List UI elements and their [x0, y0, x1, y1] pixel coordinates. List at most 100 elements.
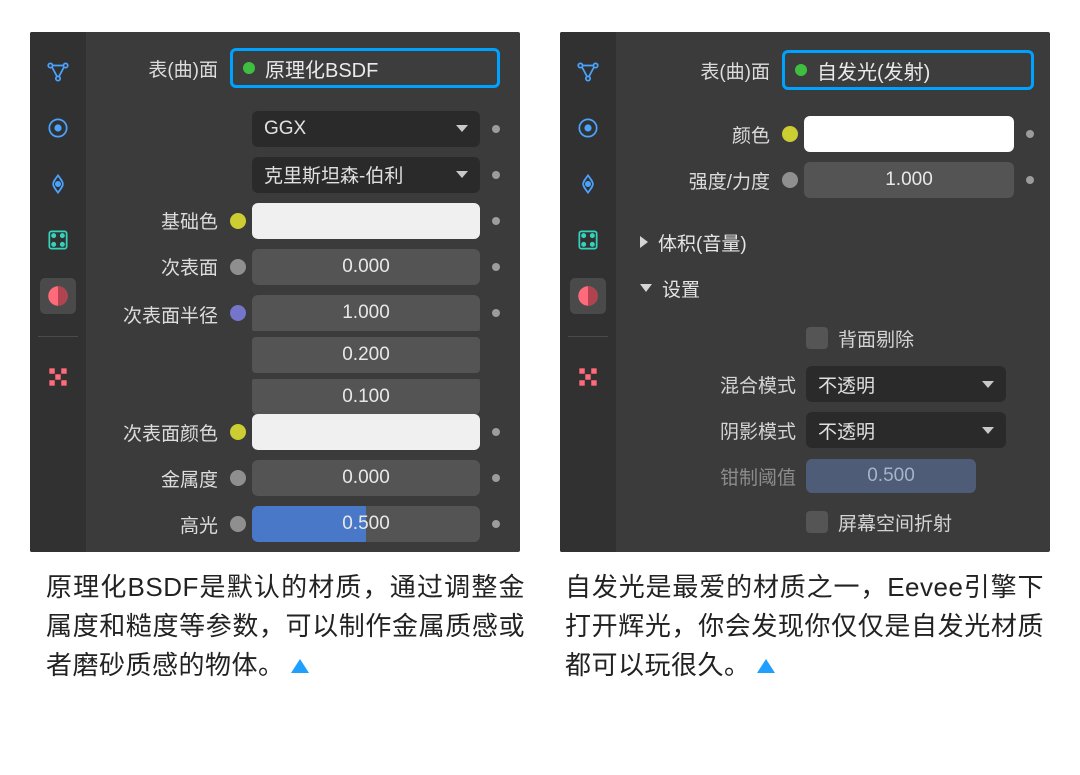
- modifier-tab-icon[interactable]: [570, 222, 606, 258]
- render-tab-icon[interactable]: [570, 54, 606, 90]
- subsurface-radius-x[interactable]: 1.000: [252, 295, 480, 331]
- shadow-mode-dropdown[interactable]: 不透明: [806, 412, 1006, 448]
- ssr-label: 屏幕空间折射: [838, 509, 952, 536]
- metallic-value: 0.000: [342, 467, 390, 489]
- subsurface-method-value: 克里斯坦森-伯利: [264, 161, 403, 188]
- specular-value: 0.500: [342, 513, 390, 535]
- color-socket-icon[interactable]: [782, 126, 798, 142]
- subsurface-radius-vector: 1.000 0.200 0.100: [252, 295, 480, 415]
- distribution-value: GGX: [264, 118, 306, 140]
- socket-indicator-icon: [1026, 130, 1034, 138]
- clip-threshold-label: 钳制阈值: [666, 463, 796, 490]
- blend-mode-value: 不透明: [818, 371, 875, 398]
- color-socket-icon[interactable]: [230, 424, 246, 440]
- emission-panel: 表(曲)面 自发光(发射) 颜色 强度/力度: [560, 32, 1050, 552]
- emission-panel-body: 表(曲)面 自发光(发射) 颜色 强度/力度: [616, 32, 1050, 552]
- subsurface-radius-label: 次表面半径: [96, 295, 224, 328]
- principled-panel-body: 表(曲)面 原理化BSDF GGX: [86, 32, 520, 552]
- subsurface-radius-y[interactable]: 0.200: [252, 337, 480, 373]
- subsurface-value-field[interactable]: 0.000: [252, 249, 480, 285]
- triangle-marker-icon: [291, 659, 309, 673]
- texture-tab-icon[interactable]: [570, 359, 606, 395]
- modifier-tab-icon[interactable]: [40, 222, 76, 258]
- shader-active-dot-icon: [243, 62, 255, 74]
- disclosure-right-icon: [640, 236, 648, 248]
- metallic-label: 金属度: [96, 465, 224, 492]
- output-tab-icon[interactable]: [40, 110, 76, 146]
- settings-section-header[interactable]: 设置: [626, 270, 1034, 306]
- emission-strength-label: 强度/力度: [626, 167, 776, 194]
- backface-culling-label: 背面剔除: [838, 325, 914, 352]
- output-tab-icon[interactable]: [570, 110, 606, 146]
- properties-tab-strip: [30, 32, 86, 552]
- subsurface-label: 次表面: [96, 253, 224, 280]
- texture-tab-icon[interactable]: [40, 359, 76, 395]
- clip-threshold-value: 0.500: [867, 465, 915, 487]
- shadow-mode-value: 不透明: [818, 417, 875, 444]
- value-socket-icon[interactable]: [230, 470, 246, 486]
- viewlayer-tab-icon[interactable]: [40, 166, 76, 202]
- principled-bsdf-panel: 表(曲)面 原理化BSDF GGX: [30, 32, 520, 552]
- surface-shader-button[interactable]: 原理化BSDF: [230, 48, 500, 88]
- left-caption: 原理化BSDF是默认的材质，通过调整金属度和糙度等参数，可以制作金属质感或者磨砂…: [46, 568, 525, 685]
- value-socket-icon[interactable]: [230, 516, 246, 532]
- disclosure-down-icon: [640, 284, 652, 292]
- socket-indicator-icon: [492, 263, 500, 271]
- ssr-checkbox[interactable]: [806, 511, 828, 533]
- backface-culling-checkbox[interactable]: [806, 327, 828, 349]
- shader-active-dot-icon: [795, 64, 807, 76]
- blend-mode-dropdown[interactable]: 不透明: [806, 366, 1006, 402]
- shader-name: 自发光(发射): [817, 56, 930, 85]
- socket-indicator-icon: [492, 520, 500, 528]
- shader-name: 原理化BSDF: [265, 54, 378, 83]
- material-tab-icon[interactable]: [40, 278, 76, 314]
- subsurface-color-swatch[interactable]: [252, 414, 480, 450]
- settings-section-body: 背面剔除 混合模式 不透明 阴影模式 不透明: [626, 320, 1034, 540]
- metallic-field[interactable]: 0.000: [252, 460, 480, 496]
- chevron-down-icon: [982, 427, 994, 434]
- right-caption: 自发光是最爱的材质之一，Eevee引擎下打开辉光，你会发现你仅仅是自发光材质都可…: [565, 568, 1044, 685]
- surface-shader-button[interactable]: 自发光(发射): [782, 50, 1034, 90]
- viewlayer-tab-icon[interactable]: [570, 166, 606, 202]
- surface-label: 表(曲)面: [96, 55, 224, 82]
- material-tab-icon[interactable]: [570, 278, 606, 314]
- subsurface-radius-z[interactable]: 0.100: [252, 379, 480, 415]
- blend-mode-label: 混合模式: [666, 371, 796, 398]
- triangle-marker-icon: [757, 659, 775, 673]
- subsurface-value: 0.000: [342, 256, 390, 278]
- color-socket-icon[interactable]: [230, 213, 246, 229]
- render-tab-icon[interactable]: [40, 54, 76, 90]
- socket-indicator-icon: [492, 428, 500, 436]
- value-socket-icon[interactable]: [782, 172, 798, 188]
- specular-field[interactable]: 0.500: [252, 506, 480, 542]
- base-color-swatch[interactable]: [252, 203, 480, 239]
- socket-indicator-icon: [492, 474, 500, 482]
- distribution-dropdown[interactable]: GGX: [252, 111, 480, 147]
- shadow-mode-label: 阴影模式: [666, 417, 796, 444]
- subsurface-color-label: 次表面颜色: [96, 419, 224, 446]
- socket-indicator-icon: [1026, 176, 1034, 184]
- clip-threshold-field: 0.500: [806, 459, 976, 493]
- emission-strength-field[interactable]: 1.000: [804, 162, 1014, 198]
- emission-color-swatch[interactable]: [804, 116, 1014, 152]
- surface-label: 表(曲)面: [626, 57, 776, 84]
- chevron-down-icon: [982, 381, 994, 388]
- socket-indicator-icon: [492, 309, 500, 317]
- socket-indicator-icon: [492, 125, 500, 133]
- left-caption-text: 原理化BSDF是默认的材质，通过调整金属度和糙度等参数，可以制作金属质感或者磨砂…: [46, 572, 525, 680]
- chevron-down-icon: [456, 171, 468, 178]
- emission-color-label: 颜色: [626, 121, 776, 148]
- base-color-label: 基础色: [96, 207, 224, 234]
- properties-tab-strip: [560, 32, 616, 552]
- settings-section-label: 设置: [662, 275, 700, 302]
- socket-indicator-icon: [492, 217, 500, 225]
- specular-label: 高光: [96, 511, 224, 538]
- volume-section-header[interactable]: 体积(音量): [626, 224, 1034, 260]
- subsurface-method-dropdown[interactable]: 克里斯坦森-伯利: [252, 157, 480, 193]
- chevron-down-icon: [456, 125, 468, 132]
- vector-socket-icon[interactable]: [230, 305, 246, 321]
- value-socket-icon[interactable]: [230, 259, 246, 275]
- emission-strength-value: 1.000: [885, 169, 933, 191]
- volume-section-label: 体积(音量): [658, 229, 747, 256]
- socket-indicator-icon: [492, 171, 500, 179]
